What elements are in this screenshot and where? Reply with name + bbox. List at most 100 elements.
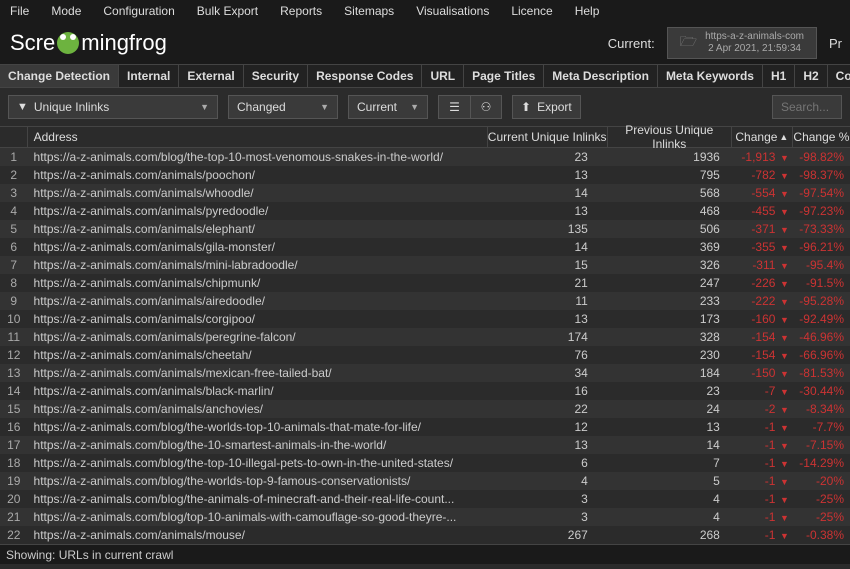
menu-help[interactable]: Help [575, 4, 600, 18]
status-bar: Showing: URLs in current crawl [0, 544, 850, 564]
table-row[interactable]: 22https://a-z-animals.com/animals/mouse/… [0, 526, 850, 544]
table-row[interactable]: 10https://a-z-animals.com/animals/corgip… [0, 310, 850, 328]
cell-previous: 184 [608, 366, 732, 380]
menu-sitemaps[interactable]: Sitemaps [344, 4, 394, 18]
menu-reports[interactable]: Reports [280, 4, 322, 18]
filter-dropdown[interactable]: ▼ Unique Inlinks ▼ [8, 95, 218, 119]
menu-file[interactable]: File [10, 4, 29, 18]
list-view-button[interactable]: ☰ [438, 95, 470, 119]
down-arrow-icon: ▼ [777, 369, 788, 379]
tab-page-titles[interactable]: Page Titles [464, 65, 544, 87]
tab-response-codes[interactable]: Response Codes [308, 65, 422, 87]
col-rownum[interactable] [0, 127, 28, 147]
tree-view-button[interactable]: ⚇ [470, 95, 502, 119]
down-arrow-icon: ▼ [777, 279, 788, 289]
cell-previous: 233 [608, 294, 732, 308]
tab-content[interactable]: Content [828, 65, 850, 87]
down-arrow-icon: ▼ [777, 171, 788, 181]
cell-previous: 795 [608, 168, 732, 182]
tab-external[interactable]: External [179, 65, 243, 87]
tab-internal[interactable]: Internal [119, 65, 179, 87]
search-input[interactable] [772, 95, 842, 119]
tab-h1[interactable]: H1 [763, 65, 795, 87]
cell-address: https://a-z-animals.com/animals/elephant… [28, 222, 488, 236]
table-body: 1https://a-z-animals.com/blog/the-top-10… [0, 148, 850, 544]
table-row[interactable]: 8https://a-z-animals.com/animals/chipmun… [0, 274, 850, 292]
table-row[interactable]: 9https://a-z-animals.com/animals/airedoo… [0, 292, 850, 310]
cell-change-pct: -73.33% [793, 222, 850, 236]
table-row[interactable]: 2https://a-z-animals.com/animals/poochon… [0, 166, 850, 184]
table-row[interactable]: 6https://a-z-animals.com/animals/gila-mo… [0, 238, 850, 256]
row-number: 2 [0, 168, 28, 182]
cell-change-pct: -98.82% [793, 150, 850, 164]
cell-previous: 14 [608, 438, 732, 452]
cell-previous: 568 [608, 186, 732, 200]
table-row[interactable]: 3https://a-z-animals.com/animals/whoodle… [0, 184, 850, 202]
cell-address: https://a-z-animals.com/animals/mouse/ [28, 528, 488, 542]
menu-bulk-export[interactable]: Bulk Export [197, 4, 258, 18]
tab-url[interactable]: URL [422, 65, 464, 87]
down-arrow-icon: ▼ [777, 387, 788, 397]
cell-current: 21 [488, 276, 608, 290]
table-row[interactable]: 12https://a-z-animals.com/animals/cheeta… [0, 346, 850, 364]
tab-meta-keywords[interactable]: Meta Keywords [658, 65, 763, 87]
row-number: 17 [0, 438, 28, 452]
current-label: Current [357, 100, 397, 114]
table-row[interactable]: 4https://a-z-animals.com/animals/pyredoo… [0, 202, 850, 220]
down-arrow-icon: ▼ [777, 531, 788, 541]
current-dropdown[interactable]: Current ▼ [348, 95, 428, 119]
cell-address: https://a-z-animals.com/animals/peregrin… [28, 330, 488, 344]
down-arrow-icon: ▼ [777, 477, 788, 487]
cell-previous: 369 [608, 240, 732, 254]
col-change[interactable]: Change ▲ [732, 127, 793, 147]
cell-change-pct: -92.49% [793, 312, 850, 326]
table-row[interactable]: 13https://a-z-animals.com/animals/mexica… [0, 364, 850, 382]
tab-h2[interactable]: H2 [795, 65, 827, 87]
changed-dropdown[interactable]: Changed ▼ [228, 95, 338, 119]
menu-licence[interactable]: Licence [511, 4, 552, 18]
menu-configuration[interactable]: Configuration [103, 4, 174, 18]
col-address[interactable]: Address [28, 127, 488, 147]
crawl-selector[interactable]: 🗁 https-a-z-animals-com 2 Apr 2021, 21:5… [667, 27, 817, 59]
menu-mode[interactable]: Mode [51, 4, 81, 18]
col-change-pct[interactable]: Change % [793, 127, 850, 147]
table-row[interactable]: 5https://a-z-animals.com/animals/elephan… [0, 220, 850, 238]
row-number: 20 [0, 492, 28, 506]
table-row[interactable]: 19https://a-z-animals.com/blog/the-world… [0, 472, 850, 490]
table-row[interactable]: 17https://a-z-animals.com/blog/the-10-sm… [0, 436, 850, 454]
cell-previous: 328 [608, 330, 732, 344]
cell-change: -1 ▼ [732, 438, 793, 452]
filter-label: Unique Inlinks [34, 100, 109, 114]
cell-current: 13 [488, 168, 608, 182]
cell-address: https://a-z-animals.com/blog/the-top-10-… [28, 150, 488, 164]
table-row[interactable]: 18https://a-z-animals.com/blog/the-top-1… [0, 454, 850, 472]
down-arrow-icon: ▼ [777, 495, 788, 505]
col-current-inlinks[interactable]: Current Unique Inlinks [488, 127, 608, 147]
tab-security[interactable]: Security [244, 65, 308, 87]
cell-current: 12 [488, 420, 608, 434]
table-row[interactable]: 21https://a-z-animals.com/blog/top-10-an… [0, 508, 850, 526]
cell-change: -554 ▼ [732, 186, 793, 200]
table-row[interactable]: 11https://a-z-animals.com/animals/peregr… [0, 328, 850, 346]
row-number: 7 [0, 258, 28, 272]
export-button[interactable]: ⬆ Export [512, 95, 581, 119]
tab-meta-description[interactable]: Meta Description [544, 65, 658, 87]
cell-change-pct: -97.23% [793, 204, 850, 218]
tab-change-detection[interactable]: Change Detection [0, 65, 119, 87]
table-row[interactable]: 1https://a-z-animals.com/blog/the-top-10… [0, 148, 850, 166]
cell-previous: 173 [608, 312, 732, 326]
row-number: 13 [0, 366, 28, 380]
row-number: 14 [0, 384, 28, 398]
col-previous-inlinks[interactable]: Previous Unique Inlinks [608, 127, 732, 147]
row-number: 16 [0, 420, 28, 434]
table-row[interactable]: 15https://a-z-animals.com/animals/anchov… [0, 400, 850, 418]
table-row[interactable]: 20https://a-z-animals.com/blog/the-anima… [0, 490, 850, 508]
table-row[interactable]: 7https://a-z-animals.com/animals/mini-la… [0, 256, 850, 274]
menu-visualisations[interactable]: Visualisations [416, 4, 489, 18]
cell-previous: 24 [608, 402, 732, 416]
cell-change: -1 ▼ [732, 456, 793, 470]
table-row[interactable]: 14https://a-z-animals.com/animals/black-… [0, 382, 850, 400]
funnel-icon: ▼ [17, 101, 28, 113]
table-row[interactable]: 16https://a-z-animals.com/blog/the-world… [0, 418, 850, 436]
folder-icon: 🗁 [680, 31, 697, 55]
